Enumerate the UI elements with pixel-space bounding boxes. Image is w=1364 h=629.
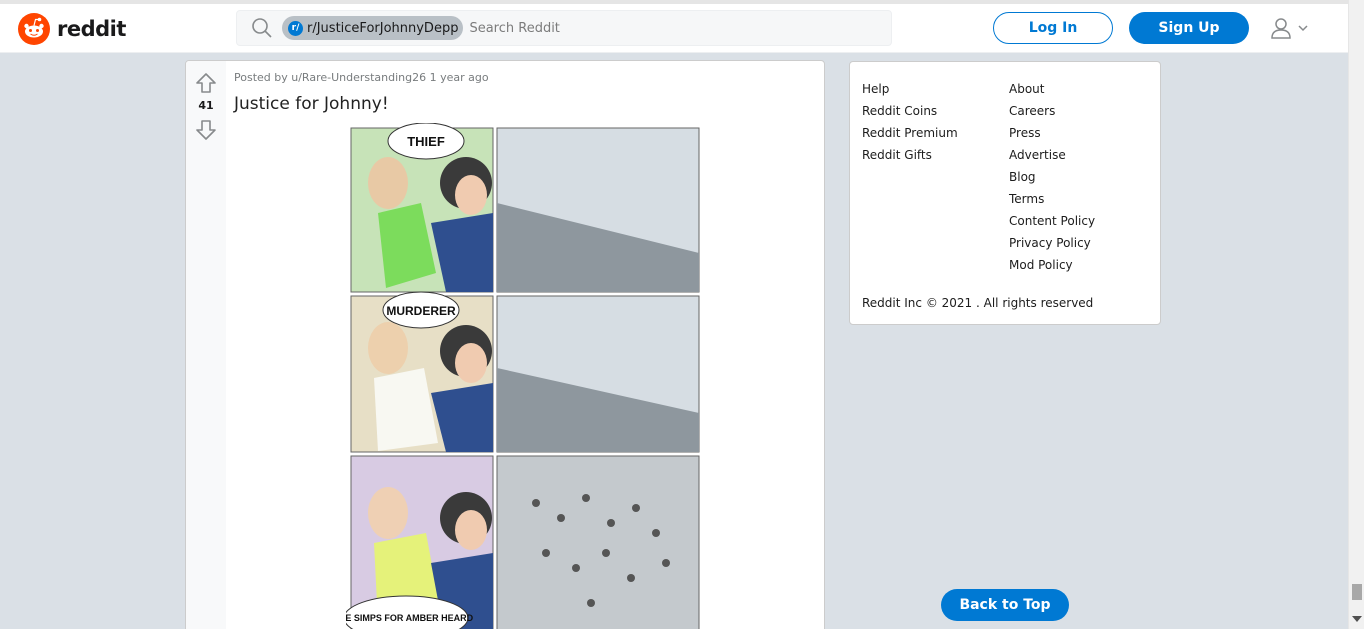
vote-column: 41 (186, 61, 226, 629)
footer-link-reddit-gifts[interactable]: Reddit Gifts (862, 144, 958, 166)
post-card: 41 Posted by u/Rare-Understanding26 1 ye… (185, 60, 825, 629)
logo-text: reddit (57, 17, 126, 41)
community-filter-label: r/JusticeForJohnnyDepp (307, 20, 459, 36)
top-header: reddit r/ r/JusticeForJohnnyDepp Log In … (0, 0, 1348, 53)
footer-links-right: About Careers Press Advertise Blog Terms… (1009, 78, 1095, 276)
search-input[interactable] (469, 20, 850, 36)
footer-link-about[interactable]: About (1009, 78, 1095, 100)
community-icon: r/ (288, 20, 303, 36)
footer-link-advertise[interactable]: Advertise (1009, 144, 1095, 166)
footer-link-blog[interactable]: Blog (1009, 166, 1095, 188)
user-menu[interactable] (1270, 17, 1310, 39)
post-title[interactable]: Justice for Johnny! (234, 94, 389, 114)
vote-count: 41 (198, 99, 214, 112)
comic-label-murderer: MURDERER (386, 304, 456, 318)
comic-label-thief: THIEF (407, 134, 445, 149)
scrollbar-thumb[interactable] (1352, 584, 1362, 600)
post-image-comic[interactable]: THIEF MURDERER HE SIMPS FOR AMBER HEARD (346, 123, 704, 629)
reddit-snoo-icon (18, 13, 50, 45)
reddit-logo[interactable]: reddit (18, 13, 126, 45)
scroll-down-arrow-icon[interactable] (1352, 616, 1362, 622)
page-scrollbar[interactable] (1348, 0, 1364, 629)
footer-link-press[interactable]: Press (1009, 122, 1095, 144)
community-filter-pill[interactable]: r/ r/JusticeForJohnnyDepp (282, 16, 464, 40)
back-to-top-button[interactable]: Back to Top (941, 589, 1069, 621)
comic-label-simps: HE SIMPS FOR AMBER HEARD (346, 613, 474, 623)
footer-link-reddit-coins[interactable]: Reddit Coins (862, 100, 958, 122)
footer-link-content-policy[interactable]: Content Policy (1009, 210, 1095, 232)
user-icon (1271, 18, 1291, 39)
post-meta: Posted by u/Rare-Understanding26 1 year … (234, 71, 489, 84)
chevron-down-icon (1298, 25, 1308, 32)
footer-links-left: Help Reddit Coins Reddit Premium Reddit … (862, 78, 958, 166)
upvote-arrow-icon[interactable] (194, 71, 218, 95)
search-bar[interactable]: r/ r/JusticeForJohnnyDepp (236, 10, 892, 46)
login-button[interactable]: Log In (993, 12, 1113, 44)
footer-link-reddit-premium[interactable]: Reddit Premium (862, 122, 958, 144)
sidebar-footer-links: Help Reddit Coins Reddit Premium Reddit … (849, 61, 1161, 325)
downvote-arrow-icon[interactable] (194, 118, 218, 142)
footer-link-mod-policy[interactable]: Mod Policy (1009, 254, 1095, 276)
footer-link-help[interactable]: Help (862, 78, 958, 100)
signup-button[interactable]: Sign Up (1129, 12, 1249, 44)
search-icon (252, 18, 272, 38)
footer-link-privacy-policy[interactable]: Privacy Policy (1009, 232, 1095, 254)
footer-link-terms[interactable]: Terms (1009, 188, 1095, 210)
footer-link-careers[interactable]: Careers (1009, 100, 1095, 122)
copyright-text: Reddit Inc © 2021 . All rights reserved (862, 296, 1094, 310)
